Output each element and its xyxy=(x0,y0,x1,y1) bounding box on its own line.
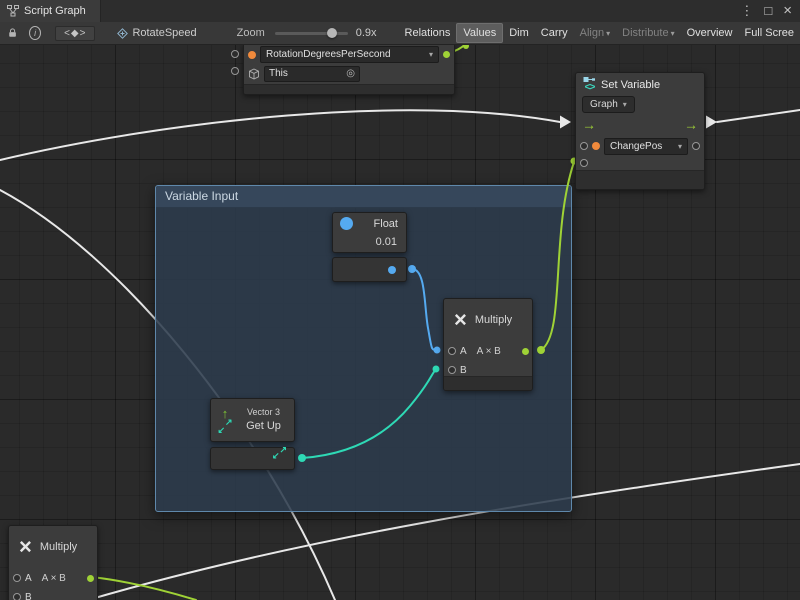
titlebar: Script Graph ⋮ □ × xyxy=(0,0,800,23)
dim-button[interactable]: Dim xyxy=(503,23,535,43)
input-port-b[interactable] xyxy=(448,366,456,374)
variables-icon: <> xyxy=(585,83,595,92)
group-header[interactable]: Variable Input xyxy=(156,186,571,208)
node-multiply-2[interactable]: × Multiply A A × B B xyxy=(8,525,98,600)
flow-in-port[interactable]: → xyxy=(582,116,596,132)
input-port-b[interactable] xyxy=(13,593,21,600)
wire-white-to-set-variable[interactable] xyxy=(0,110,560,160)
flow-port-row: → → xyxy=(576,113,704,137)
result-label: A × B xyxy=(477,346,501,357)
toolbar-buttons: Relations Values Dim Carry Align▾ Distri… xyxy=(399,22,800,44)
vector-arrows-icon: ↗ ↙ xyxy=(219,420,232,433)
variable-name-dropdown[interactable]: ChangePos ▾ xyxy=(604,138,688,155)
node-float-literal[interactable]: Float 0.01 xyxy=(332,212,407,253)
node-footer xyxy=(244,84,454,94)
value-port-row xyxy=(576,155,704,171)
flow-arrowhead-in xyxy=(560,116,571,129)
graph-canvas[interactable]: Variable Input xyxy=(0,44,800,600)
float-type-icon xyxy=(340,217,353,230)
input-port-a[interactable] xyxy=(448,347,456,355)
lock-icon[interactable] xyxy=(8,27,17,39)
relations-button[interactable]: Relations xyxy=(399,23,457,43)
close-icon[interactable]: × xyxy=(783,0,792,22)
variable-type-dot xyxy=(248,51,256,59)
tab-script-graph[interactable]: Script Graph xyxy=(0,0,101,22)
overview-button[interactable]: Overview xyxy=(681,23,739,43)
gameobject-cube-icon xyxy=(248,68,260,80)
node-title: Float xyxy=(374,218,398,230)
node-type-label: Vector 3 xyxy=(247,407,280,417)
zoom-value: 0.9x xyxy=(356,27,377,39)
multiply-icon: × xyxy=(19,526,32,568)
float-value-field[interactable]: 0.01 xyxy=(333,234,406,252)
maximize-icon[interactable]: □ xyxy=(764,0,772,22)
port-label-b: B xyxy=(460,365,467,376)
result-label: A × B xyxy=(42,573,66,584)
node-footer xyxy=(576,170,704,189)
window-controls: ⋮ □ × xyxy=(740,0,800,22)
get-up-output-bar[interactable]: ↗ ↙ xyxy=(210,447,295,470)
port-label-b: B xyxy=(25,592,32,600)
vector-output-port-icon[interactable]: ↗ ↙ xyxy=(273,446,286,459)
chevron-down-icon: ▾ xyxy=(623,100,627,109)
align-button: Align▾ xyxy=(574,23,616,44)
output-port-connected[interactable] xyxy=(87,575,94,582)
output-port-connected[interactable] xyxy=(443,51,450,58)
unity-script-graph-window: Script Graph ⋮ □ × i <◆> RotateSpeed Zoo… xyxy=(0,0,800,600)
flow-out-port[interactable]: → xyxy=(684,116,698,132)
chevron-down-icon: ▾ xyxy=(674,142,682,151)
script-graph-icon xyxy=(7,5,19,17)
graph-toolbar: i <◆> RotateSpeed Zoom 0.9x Relations Va… xyxy=(0,22,800,45)
multiply-icon: × xyxy=(454,299,467,341)
input-port-a[interactable] xyxy=(13,574,21,582)
output-port[interactable] xyxy=(692,142,700,150)
output-port-connected[interactable] xyxy=(522,348,529,355)
node-vector3-get-up[interactable]: ↑ ↗ ↙ Vector 3 Get Up xyxy=(210,398,295,442)
object-picker-icon[interactable]: ◎ xyxy=(346,68,355,79)
graph-name: RotateSpeed xyxy=(132,27,196,39)
input-port[interactable] xyxy=(580,142,588,150)
output-port-connected[interactable] xyxy=(388,266,396,274)
port-label-a: A xyxy=(25,573,32,584)
carry-button[interactable]: Carry xyxy=(535,23,574,43)
fullscreen-button[interactable]: Full Scree xyxy=(738,23,800,43)
port-label-a: A xyxy=(460,346,467,357)
float-output-bar[interactable] xyxy=(332,257,407,282)
input-port[interactable] xyxy=(231,50,239,58)
node-set-variable[interactable]: <> Set Variable Graph ▾ → → ChangePos ▾ xyxy=(575,72,705,190)
node-title: Multiply xyxy=(475,314,512,326)
graph-asset-icon xyxy=(117,28,128,39)
variable-type-dot xyxy=(592,142,600,150)
input-port[interactable] xyxy=(231,67,239,75)
node-multiply[interactable]: × Multiply A A × B B xyxy=(443,298,533,391)
graph-asset-reference[interactable]: RotateSpeed xyxy=(117,27,196,39)
graph-inspector-toggle-icon[interactable]: <◆> xyxy=(55,26,95,41)
node-header: × Multiply xyxy=(9,526,97,568)
variable-name-dropdown[interactable]: RotationDegreesPerSecond ▾ xyxy=(260,46,439,63)
wire-white-out-right[interactable] xyxy=(717,110,800,122)
chevron-down-icon: ▾ xyxy=(671,29,675,38)
wire-green-multiply2-output[interactable] xyxy=(92,577,196,600)
distribute-button: Distribute▾ xyxy=(616,23,680,44)
menu-icon[interactable]: ⋮ xyxy=(740,0,753,22)
tab-title: Script Graph xyxy=(24,5,86,17)
node-footer xyxy=(444,376,532,390)
value-input-port[interactable] xyxy=(580,159,588,167)
zoom-slider-handle[interactable] xyxy=(327,28,337,38)
info-icon[interactable]: i xyxy=(29,26,41,40)
node-title: Multiply xyxy=(40,541,77,553)
node-get-variable-rotation[interactable]: RotationDegreesPerSecond ▾ This ◎ xyxy=(243,44,455,95)
node-header: <> Set Variable xyxy=(576,73,704,95)
values-button[interactable]: Values xyxy=(456,23,503,43)
zoom-slider[interactable] xyxy=(275,32,348,35)
target-object-field[interactable]: This ◎ xyxy=(264,66,360,82)
node-title: Get Up xyxy=(246,420,281,432)
chevron-down-icon: ▾ xyxy=(606,29,610,38)
node-title: Set Variable xyxy=(601,79,660,91)
flow-arrowhead-out xyxy=(706,116,717,129)
node-header: × Multiply xyxy=(444,299,532,341)
chevron-down-icon: ▾ xyxy=(425,50,433,59)
zoom-label: Zoom xyxy=(237,27,265,39)
variable-scope-dropdown[interactable]: Graph ▾ xyxy=(582,96,635,113)
